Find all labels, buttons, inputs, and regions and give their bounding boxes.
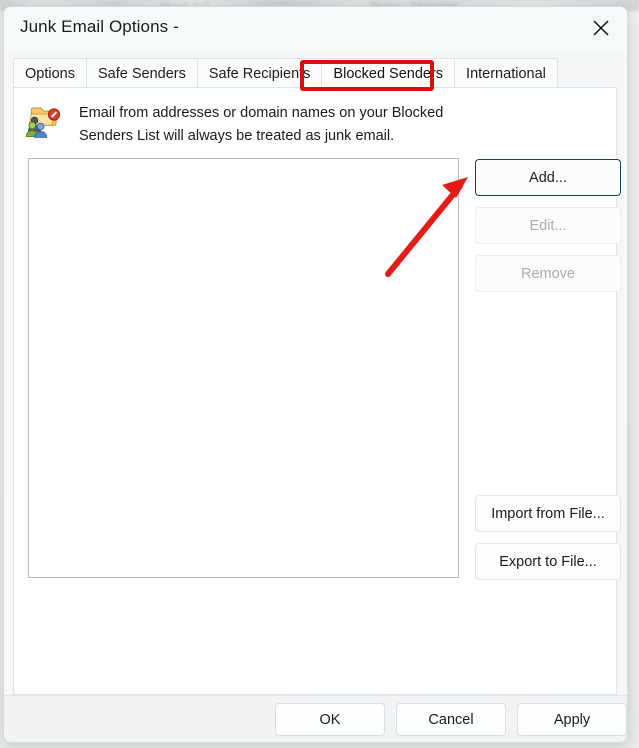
panel-description: Email from addresses or domain names on … (79, 105, 444, 144)
tab-label: Options (25, 65, 75, 82)
tab-safe-recipients[interactable]: Safe Recipients (196, 58, 323, 88)
button-label: Add... (529, 169, 567, 186)
title-bar: Junk Email Options - (4, 7, 627, 51)
import-from-file-button[interactable]: Import from File... (475, 495, 621, 532)
close-icon[interactable] (579, 9, 623, 47)
button-label: Cancel (428, 711, 474, 728)
button-label: Remove (521, 265, 575, 282)
junk-email-options-dialog: Junk Email Options - Options Safe Sender… (3, 6, 628, 743)
button-label: Import from File... (491, 505, 605, 522)
apply-button[interactable]: Apply (517, 703, 627, 736)
tab-label: Safe Senders (97, 65, 186, 82)
button-label: Edit... (529, 217, 567, 234)
tab-label: International (466, 65, 546, 82)
tab-strip: Options Safe Senders Safe Recipients Blo… (13, 57, 617, 88)
tab-label: Safe Recipients (208, 65, 311, 82)
remove-button[interactable]: Remove (475, 255, 621, 292)
button-label: OK (319, 711, 341, 728)
add-button[interactable]: Add... (475, 159, 621, 196)
blocked-senders-list[interactable] (28, 158, 459, 578)
window-title: Junk Email Options - (20, 17, 179, 36)
tab-international[interactable]: International (454, 58, 558, 88)
description-row: Email from addresses or domain names on … (25, 102, 595, 148)
export-to-file-button[interactable]: Export to File... (475, 543, 621, 580)
cancel-button[interactable]: Cancel (396, 703, 506, 736)
blocked-senders-panel: Email from addresses or domain names on … (13, 87, 621, 695)
dialog-footer: OK Cancel Apply (4, 695, 627, 742)
button-label: Export to File... (499, 553, 597, 570)
ok-button[interactable]: OK (275, 703, 385, 736)
tab-label: Blocked Senders (333, 65, 444, 82)
edit-button[interactable]: Edit... (475, 207, 621, 244)
tab-safe-senders[interactable]: Safe Senders (85, 58, 198, 88)
button-label: Apply (553, 711, 591, 728)
tab-options[interactable]: Options (13, 58, 87, 88)
tab-blocked-senders[interactable]: Blocked Senders (321, 58, 456, 88)
blocked-senders-folder-icon (25, 104, 61, 138)
